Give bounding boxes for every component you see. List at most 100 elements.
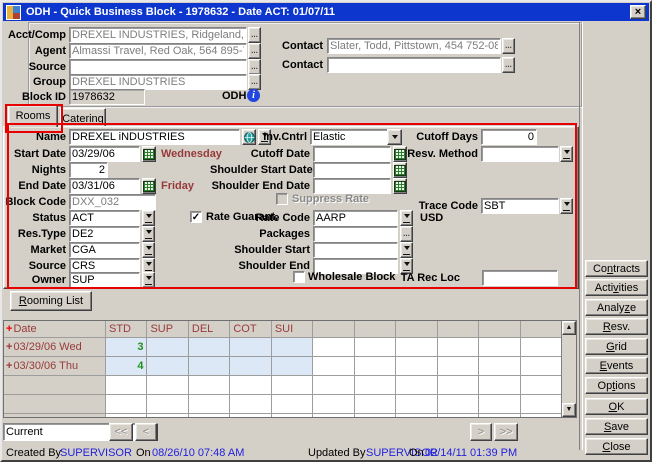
grid-cell[interactable] [189,414,230,418]
close-button[interactable]: × [630,5,646,19]
ta-rec-loc-field[interactable] [482,270,558,286]
grid-cell[interactable] [230,357,271,376]
packages-lov-button[interactable]: ... [400,226,413,242]
grid-date-cell[interactable] [4,395,106,414]
grid-cell[interactable] [438,376,479,395]
trace-code-field[interactable] [481,198,559,214]
info-icon[interactable]: i [247,89,260,102]
grid-cell[interactable] [355,395,396,414]
contracts-button[interactable]: Contracts [585,260,648,277]
expand-plus-icon[interactable]: + [6,341,12,353]
grid-cell[interactable] [313,376,354,395]
rate-code-field[interactable] [313,210,398,226]
grid-cell[interactable] [189,395,230,414]
events-button[interactable]: Events [585,357,648,374]
cutoff-days-field[interactable] [481,129,537,145]
grid-cell[interactable] [438,395,479,414]
grid-cell[interactable] [272,414,313,418]
grid-date-cell[interactable]: +03/30/06 Thu [4,357,106,376]
grid-cell[interactable] [189,357,230,376]
owner-dropdown-button[interactable] [142,272,155,288]
grid-cell[interactable]: 4 [106,357,147,376]
cutoff-date-field[interactable] [313,146,391,162]
resv-button[interactable]: Resv. [585,318,648,335]
grid-cell[interactable] [313,338,354,357]
grid-cell[interactable] [438,338,479,357]
resv-method-dropdown-button[interactable] [560,146,573,162]
grid-cell[interactable] [313,357,354,376]
packages-field[interactable] [313,226,398,242]
grid-cell[interactable] [230,395,271,414]
grid-cell[interactable] [479,395,520,414]
grid-cell[interactable] [189,338,230,357]
scroll-up-button[interactable]: ▲ [562,321,576,335]
grid-cell[interactable] [438,357,479,376]
source-field[interactable] [69,59,247,75]
grid-cell[interactable] [272,357,313,376]
grid-cell[interactable] [355,338,396,357]
expand-plus-icon[interactable]: + [6,360,12,372]
grid-cell[interactable] [521,357,562,376]
agent-field[interactable] [69,43,247,59]
grid-cell[interactable] [438,414,479,418]
status-dropdown-button[interactable] [142,210,155,226]
grid-date-cell[interactable]: +03/29/06 Wed [4,338,106,357]
group-field[interactable] [69,74,247,90]
activities-button[interactable]: Activities [585,279,648,296]
grid-cell[interactable] [106,414,147,418]
inv-cntrl-field[interactable] [310,129,387,145]
end-date-field[interactable] [69,178,140,194]
prev-record-button[interactable]: < [135,423,157,441]
grid-cell[interactable] [479,357,520,376]
grid-cell[interactable] [521,376,562,395]
grid-cell[interactable] [396,376,437,395]
status-field[interactable] [69,210,140,226]
grid-cell[interactable] [521,338,562,357]
grid-cell[interactable] [106,376,147,395]
agent-lov-button[interactable]: ... [248,43,261,59]
grid-cell[interactable] [189,376,230,395]
grid-cell[interactable] [106,395,147,414]
shoulder-end-date-calendar-button[interactable] [393,178,407,194]
grid-date-cell[interactable] [4,414,106,418]
res-type-field[interactable] [69,226,140,242]
grid-cell[interactable] [272,376,313,395]
contact1-lov-button[interactable]: ... [502,38,515,54]
start-date-calendar-button[interactable] [142,146,156,162]
grid-scrollbar[interactable]: ▲ ▼ [561,321,576,417]
grid-cell[interactable] [479,414,520,418]
grid-cell[interactable] [230,376,271,395]
market-dropdown-button[interactable] [142,242,155,258]
grid-cell[interactable] [147,376,188,395]
save-button[interactable]: Save [585,418,648,435]
owner-field[interactable] [69,272,140,288]
contact2-field[interactable] [327,57,501,73]
grid-cell[interactable] [230,338,271,357]
grid-cell[interactable] [521,414,562,418]
contact2-lov-button[interactable]: ... [502,57,515,73]
end-date-calendar-button[interactable] [142,178,156,194]
ok-button[interactable]: OK [585,398,648,415]
grid-cell[interactable] [272,395,313,414]
contact1-field[interactable] [327,38,501,54]
grid-cell[interactable] [147,395,188,414]
scroll-down-button[interactable]: ▼ [562,403,576,417]
grid-cell[interactable] [313,414,354,418]
grid-cell[interactable] [396,338,437,357]
acct-comp-lov-button[interactable]: ... [248,27,261,43]
wholesale-block-checkbox[interactable] [293,271,305,283]
close-window-button[interactable]: Close [585,438,648,455]
grid-button[interactable]: Grid [585,338,648,355]
nights-field[interactable] [69,162,108,178]
analyze-button[interactable]: Analyze [585,299,648,316]
shoulder-end-date-field[interactable] [313,178,391,194]
resv-method-field[interactable] [481,146,559,162]
inv-cntrl-combo[interactable] [310,129,402,145]
grid-cell[interactable]: 3 [106,338,147,357]
grid-cell[interactable] [147,338,188,357]
grid-cell[interactable] [396,414,437,418]
rate-guarant-checkbox[interactable]: ✓ [190,211,202,223]
trace-code-dropdown-button[interactable] [560,198,573,214]
grid-cell[interactable] [355,376,396,395]
grid-cell[interactable] [479,376,520,395]
